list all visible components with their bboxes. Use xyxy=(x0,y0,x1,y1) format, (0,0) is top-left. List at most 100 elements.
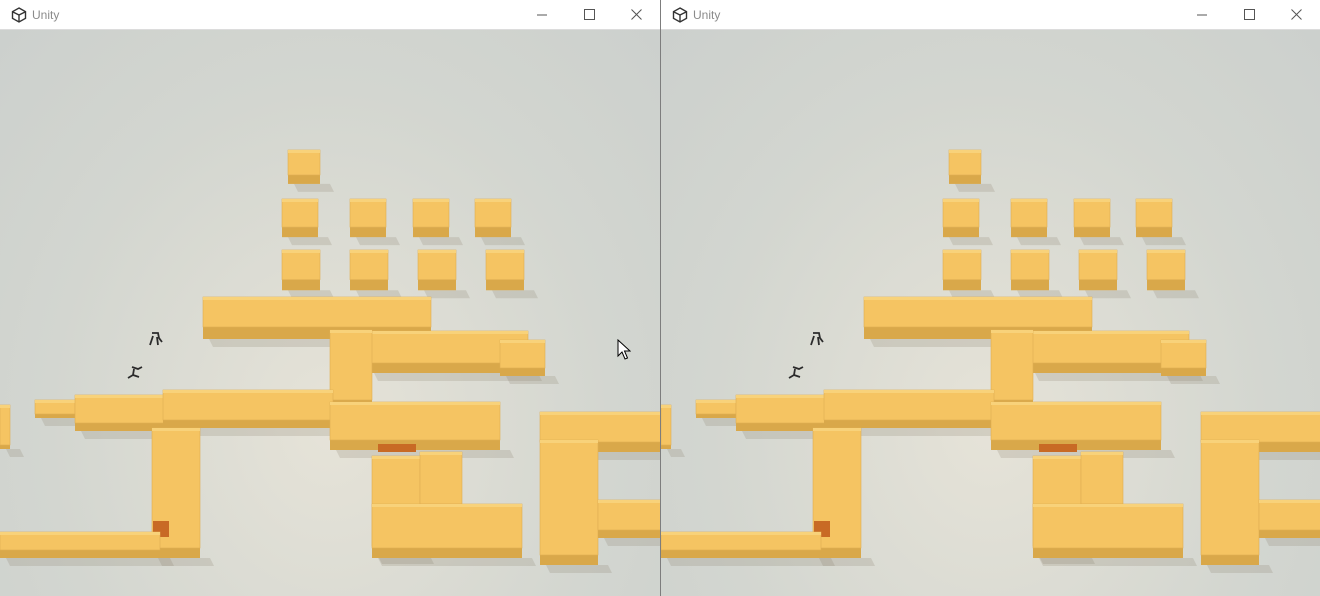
cube-block-highlight xyxy=(1074,199,1110,202)
switch-pad xyxy=(1039,444,1077,452)
title-bar[interactable]: Unity xyxy=(0,0,660,30)
cube-block-highlight xyxy=(943,250,981,253)
wall-block xyxy=(990,401,1162,441)
wall-block xyxy=(329,329,373,401)
wall-block-highlight xyxy=(1081,452,1123,455)
ramp-block xyxy=(1160,339,1207,369)
cube-block xyxy=(417,249,457,280)
wall-block-side xyxy=(0,550,160,558)
maximize-button[interactable] xyxy=(1227,0,1273,30)
wall-block xyxy=(1200,411,1320,443)
wall-block-highlight xyxy=(152,428,200,431)
block-shadow xyxy=(955,183,995,192)
wall-block-highlight xyxy=(540,412,660,415)
minimize-icon xyxy=(537,14,547,16)
block-shadow xyxy=(378,558,536,566)
cube-block-side xyxy=(486,279,524,291)
agent-figure xyxy=(788,366,804,379)
wall-block-side xyxy=(661,445,671,449)
wall-block-highlight xyxy=(0,405,10,408)
game-viewport[interactable] xyxy=(0,30,660,596)
wall-block xyxy=(539,439,599,556)
wall-block-highlight xyxy=(372,504,522,507)
minimize-button[interactable] xyxy=(520,0,566,30)
block-shadow xyxy=(492,290,538,299)
wall-block-highlight xyxy=(1033,456,1081,459)
agent-limb xyxy=(810,332,824,346)
block-shadow xyxy=(667,558,835,566)
block-shadow xyxy=(1080,237,1124,246)
agent-limb xyxy=(149,332,163,346)
cube-block-side xyxy=(1011,279,1049,291)
wall-block-side xyxy=(540,555,598,565)
cube-block-highlight xyxy=(350,250,388,253)
wall-block-highlight xyxy=(991,330,1033,333)
scene-render xyxy=(0,149,660,573)
game-viewport[interactable] xyxy=(661,30,1320,596)
cube-block xyxy=(1146,249,1186,280)
block-shadow xyxy=(356,237,400,246)
cube-block-side xyxy=(1136,227,1172,238)
wall-block xyxy=(1200,439,1260,556)
wall-block xyxy=(371,503,523,549)
cube-block-highlight xyxy=(418,250,456,253)
cube-block-side xyxy=(413,227,449,238)
block-shadow xyxy=(949,237,993,246)
wall-block-side xyxy=(35,414,75,418)
ramp-block-highlight xyxy=(500,340,545,343)
wall-block-highlight xyxy=(0,532,160,535)
block-shadow xyxy=(294,183,334,192)
cube-block xyxy=(942,249,982,280)
minimize-button[interactable] xyxy=(1180,0,1226,30)
wall-block-side xyxy=(372,548,522,558)
cube-block-highlight xyxy=(949,150,981,153)
wall-block-highlight xyxy=(736,395,831,398)
unity-window-right[interactable]: Unity xyxy=(661,0,1320,596)
block-shadow xyxy=(546,565,612,573)
ramp-block-side xyxy=(1161,368,1206,376)
wall-block-highlight xyxy=(598,500,660,503)
wall-block-side xyxy=(1033,548,1183,558)
cube-block-side xyxy=(949,174,981,184)
wall-block-highlight xyxy=(420,452,462,455)
wall-block-highlight xyxy=(864,297,1092,300)
wall-block xyxy=(735,394,832,424)
wall-block xyxy=(823,389,995,421)
cube-block xyxy=(948,149,982,176)
cube-block xyxy=(1135,198,1173,228)
block-shadow xyxy=(1265,538,1320,546)
block-shadow xyxy=(1207,565,1273,573)
cube-block-highlight xyxy=(1147,250,1185,253)
block-shadow xyxy=(1167,376,1220,384)
cube-block-highlight xyxy=(282,250,320,253)
wall-block-highlight xyxy=(991,402,1161,405)
close-icon xyxy=(1291,9,1302,20)
wall-block-highlight xyxy=(661,405,671,408)
wall-block xyxy=(539,411,660,443)
cube-block-side xyxy=(1147,279,1185,291)
cube-block xyxy=(485,249,525,280)
cube-block-highlight xyxy=(486,250,524,253)
cube-block-highlight xyxy=(1136,199,1172,202)
cube-block-highlight xyxy=(350,199,386,202)
maximize-button[interactable] xyxy=(567,0,613,30)
unity-logo-icon xyxy=(672,7,688,23)
title-bar[interactable]: Unity xyxy=(661,0,1320,30)
wall-block xyxy=(1080,451,1124,505)
close-button[interactable] xyxy=(614,0,660,30)
ramp-block-highlight xyxy=(368,331,528,334)
cube-block-highlight xyxy=(1079,250,1117,253)
close-button[interactable] xyxy=(1274,0,1320,30)
unity-window-left[interactable]: Unity xyxy=(0,0,660,596)
ramp-block-highlight xyxy=(1161,340,1206,343)
cube-block xyxy=(281,249,321,280)
cube-block-side xyxy=(943,227,979,238)
cube-block xyxy=(1073,198,1111,228)
wall-block-side xyxy=(598,530,660,538)
cube-block xyxy=(349,249,389,280)
wall-block xyxy=(329,401,501,441)
ramp-block-highlight xyxy=(1029,331,1189,334)
cube-block xyxy=(1010,249,1050,280)
wall-block-highlight xyxy=(696,400,736,403)
block-shadow xyxy=(1039,558,1197,566)
